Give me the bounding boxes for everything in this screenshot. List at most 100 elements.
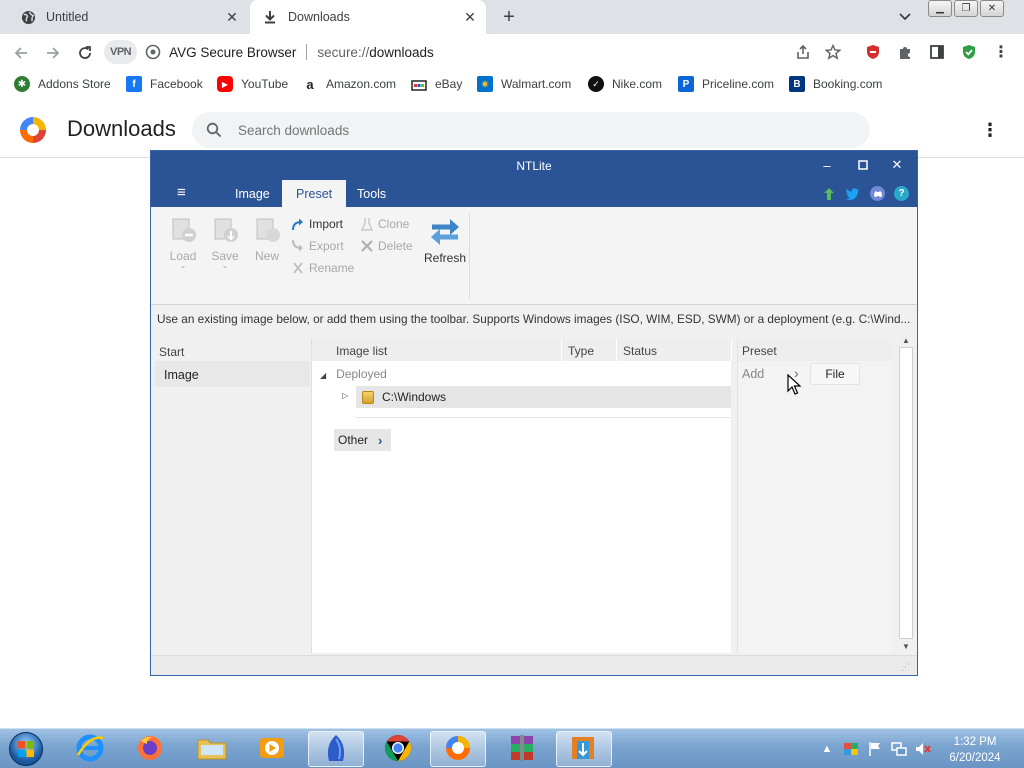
bookmark-addons-store[interactable]: ✱ Addons Store <box>14 75 111 93</box>
show-hidden-icons-icon[interactable]: ▲ <box>818 740 836 758</box>
downloads-menu-icon[interactable]: ⋮ <box>980 120 1000 140</box>
omnibox-divider <box>306 44 308 60</box>
close-tab-icon[interactable]: ✕ <box>222 7 242 27</box>
chrome-icon <box>383 733 413 766</box>
rename-button[interactable]: Rename <box>291 259 354 277</box>
window-title: NTLite <box>516 159 552 173</box>
export-button[interactable]: Export <box>291 237 344 255</box>
load-button[interactable]: Load ⌄ <box>165 215 201 270</box>
taskbar-internet-explorer[interactable] <box>62 731 118 767</box>
discord-icon[interactable] <box>870 186 885 201</box>
taskbar-chrome[interactable] <box>370 731 426 767</box>
taskbar-ntlite[interactable] <box>308 731 364 767</box>
bookmark-ebay[interactable]: eBay <box>411 75 462 93</box>
restore-button[interactable]: ❐ <box>954 0 978 17</box>
bookmark-walmart[interactable]: ✷ Walmart.com <box>477 75 571 93</box>
column-status[interactable]: Status <box>617 339 732 361</box>
url-text[interactable]: secure://downloads <box>317 45 433 60</box>
back-arrow-icon[interactable] <box>10 42 32 64</box>
tab-image[interactable]: Image <box>221 180 284 207</box>
new-label: New <box>254 249 279 263</box>
taskbar-file-explorer[interactable] <box>184 731 240 767</box>
ntlite-titlebar[interactable]: NTLite – ✕ <box>151 151 917 180</box>
taskbar-media-player[interactable] <box>244 731 300 767</box>
downloads-search-box[interactable] <box>192 112 870 148</box>
bookmark-priceline[interactable]: P Priceline.com <box>678 75 774 93</box>
expand-triangle-icon[interactable]: ▷ <box>342 391 348 400</box>
avg-browser-icon <box>443 733 473 766</box>
resize-grip-icon[interactable]: ⋰ <box>901 662 910 673</box>
tab-downloads[interactable]: Downloads ✕ <box>250 0 486 34</box>
search-input[interactable] <box>238 122 798 138</box>
bookmark-star-icon[interactable] <box>824 43 842 61</box>
volume-muted-icon[interactable] <box>914 740 932 758</box>
twitter-icon[interactable] <box>845 186 860 201</box>
update-arrow-icon[interactable] <box>821 186 836 201</box>
ntlite-minimize-button[interactable]: – <box>817 156 837 174</box>
avg-tray-icon[interactable] <box>842 740 860 758</box>
bookmark-booking[interactable]: B Booking.com <box>789 75 882 93</box>
booking-icon: B <box>789 76 805 92</box>
help-icon[interactable]: ? <box>894 186 909 201</box>
taskbar-avg-browser[interactable] <box>430 731 486 767</box>
side-panel-icon[interactable] <box>928 43 946 61</box>
system-clock[interactable]: 1:32 PM 6/20/2024 <box>940 734 1010 766</box>
hamburger-menu-icon[interactable]: ≡ <box>177 184 186 201</box>
network-icon[interactable] <box>890 740 908 758</box>
refresh-button[interactable]: Refresh <box>421 213 469 265</box>
close-button[interactable]: ✕ <box>980 0 1004 17</box>
security-shield-icon[interactable] <box>960 43 978 61</box>
clock-time: 1:32 PM <box>953 736 997 748</box>
start-button[interactable] <box>4 730 48 768</box>
bookmark-facebook[interactable]: f Facebook <box>126 75 203 93</box>
winrar-icon <box>507 733 537 766</box>
group-deployed[interactable]: ◢ Deployed <box>312 363 732 383</box>
ntlite-close-button[interactable]: ✕ <box>887 156 907 174</box>
new-tab-button[interactable]: + <box>498 6 520 28</box>
vertical-scrollbar[interactable]: ▲ ▼ <box>897 331 915 655</box>
taskbar-firefox[interactable] <box>122 731 178 767</box>
scroll-thumb[interactable] <box>899 347 913 639</box>
clone-button[interactable]: Clone <box>360 215 409 233</box>
ebay-icon <box>411 76 427 92</box>
action-center-flag-icon[interactable] <box>866 740 884 758</box>
dropdown-chevron-icon: ⌄ <box>179 261 187 270</box>
bookmark-amazon[interactable]: a Amazon.com <box>302 75 396 93</box>
taskbar-ntlite-installer[interactable] <box>556 731 612 767</box>
scroll-down-arrow-icon[interactable]: ▼ <box>901 641 911 651</box>
vpn-badge[interactable]: VPN <box>104 40 138 64</box>
minimize-button[interactable]: ▁ <box>928 0 952 17</box>
export-label: Export <box>309 239 344 253</box>
start-item-image[interactable]: Image <box>155 361 310 387</box>
column-type[interactable]: Type <box>562 339 617 361</box>
taskbar-winrar[interactable] <box>494 731 550 767</box>
extensions-puzzle-icon[interactable] <box>896 43 914 61</box>
close-tab-icon[interactable]: ✕ <box>460 7 480 27</box>
bookmark-nike[interactable]: ✓ Nike.com <box>588 75 662 93</box>
bookmark-youtube[interactable]: ▶ YouTube <box>217 75 288 93</box>
import-button[interactable]: Import <box>291 215 343 233</box>
tab-tools[interactable]: Tools <box>343 180 400 207</box>
table-row[interactable]: C:\Windows <box>356 386 731 408</box>
tab-preset[interactable]: Preset <box>282 180 347 207</box>
ntlite-maximize-button[interactable] <box>853 156 873 174</box>
delete-button[interactable]: Delete <box>360 237 413 255</box>
add-label: Add <box>742 367 765 381</box>
file-button[interactable]: File <box>810 363 860 385</box>
address-bar[interactable]: VPN AVG Secure Browser secure://download… <box>104 38 854 66</box>
browser-menu-icon[interactable]: ⋮ <box>992 43 1010 61</box>
adblock-icon[interactable] <box>864 43 882 61</box>
save-button[interactable]: Save ⌄ <box>207 215 243 270</box>
scroll-up-arrow-icon[interactable]: ▲ <box>901 335 911 345</box>
new-button[interactable]: New <box>249 215 285 263</box>
share-icon[interactable] <box>794 43 812 61</box>
column-image-list[interactable]: Image list <box>312 339 562 361</box>
tab-search-chevron-icon[interactable] <box>896 8 914 26</box>
tab-untitled[interactable]: Untitled ✕ <box>8 0 248 34</box>
other-button[interactable]: Other › <box>334 429 391 451</box>
forward-arrow-icon[interactable] <box>42 42 64 64</box>
start-panel: Start Image <box>155 339 310 653</box>
reload-icon[interactable] <box>74 42 96 64</box>
refresh-arrows-icon <box>427 213 463 249</box>
ntlite-installer-icon <box>569 733 599 766</box>
